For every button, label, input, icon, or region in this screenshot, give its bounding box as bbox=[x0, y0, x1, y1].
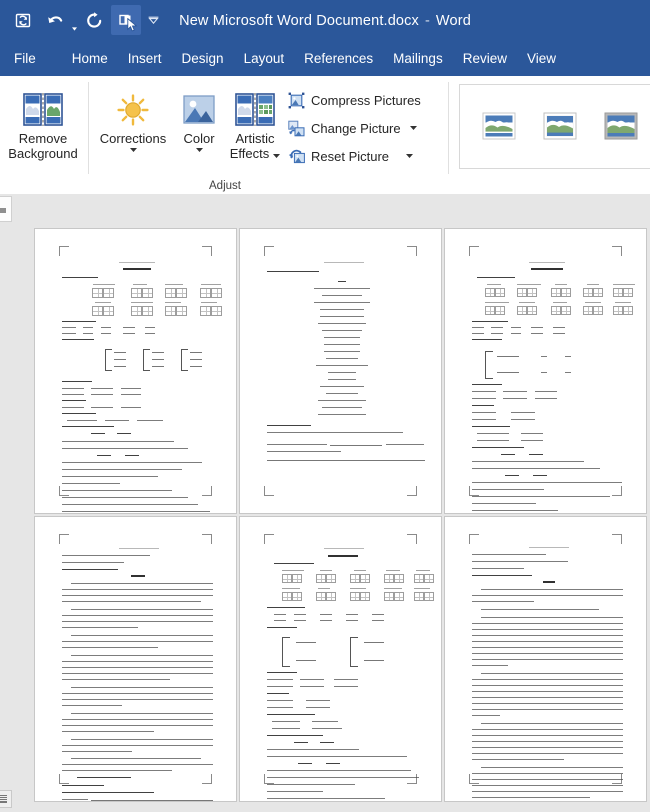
group-divider bbox=[88, 82, 89, 174]
artistic-effects-label-line2: Effects bbox=[229, 146, 270, 161]
quick-access-toolbar bbox=[8, 5, 163, 35]
document-page[interactable] bbox=[444, 516, 647, 802]
picture-style-simple-frame-white[interactable] bbox=[478, 109, 522, 144]
margin-mark-bottom-left bbox=[59, 774, 69, 784]
redo-icon[interactable] bbox=[79, 5, 109, 35]
color-label: Color bbox=[183, 131, 215, 146]
tab-home[interactable]: Home bbox=[62, 41, 118, 76]
margin-mark-bottom-right bbox=[202, 486, 212, 496]
margin-mark-bottom-left bbox=[469, 486, 479, 496]
reset-picture-button[interactable]: Reset Picture bbox=[288, 145, 414, 167]
title-separator: - bbox=[424, 12, 430, 29]
save-icon[interactable] bbox=[8, 5, 38, 35]
compress-pictures-label: Compress Pictures bbox=[311, 92, 421, 108]
title-bar: New Microsoft Word Document.docx - Word bbox=[0, 0, 650, 41]
document-page[interactable] bbox=[444, 228, 647, 514]
group-divider-right bbox=[448, 82, 449, 174]
artistic-effects-button[interactable]: Artistic Effects bbox=[225, 86, 285, 161]
margin-mark-top-left bbox=[264, 534, 274, 544]
margin-mark-bottom-right bbox=[407, 774, 417, 784]
page-content bbox=[445, 229, 646, 513]
tab-mailings[interactable]: Mailings bbox=[383, 41, 453, 76]
change-picture-caret-icon[interactable] bbox=[409, 125, 417, 132]
page-content bbox=[445, 517, 646, 801]
document-page[interactable] bbox=[239, 228, 442, 514]
margin-mark-top-left bbox=[469, 246, 479, 256]
corrections-caret-icon[interactable] bbox=[129, 147, 137, 155]
corrections-label: Corrections bbox=[99, 131, 167, 146]
picture-styles-gallery[interactable] bbox=[459, 84, 650, 169]
document-workspace[interactable] bbox=[0, 194, 650, 812]
page-thumbnail-grid bbox=[34, 228, 647, 802]
remove-background-label-line2: Background bbox=[8, 146, 78, 161]
ribbon-group-adjust: Remove Background Corrections Color Arti… bbox=[0, 76, 450, 194]
app-name: Word bbox=[435, 12, 471, 29]
tab-review[interactable]: Review bbox=[453, 41, 517, 76]
color-icon bbox=[180, 86, 218, 128]
artistic-effects-icon bbox=[235, 86, 275, 128]
page-content bbox=[35, 517, 236, 801]
margin-mark-bottom-left bbox=[264, 486, 274, 496]
margin-mark-top-right bbox=[202, 246, 212, 256]
corrections-button[interactable]: Corrections bbox=[95, 86, 171, 155]
remove-background-button[interactable]: Remove Background bbox=[4, 86, 82, 161]
reset-picture-caret-icon[interactable] bbox=[406, 153, 414, 160]
margin-mark-top-right bbox=[612, 534, 622, 544]
word-window: New Microsoft Word Document.docx - Word … bbox=[0, 0, 650, 812]
document-page[interactable] bbox=[34, 516, 237, 802]
picture-style-metal-frame[interactable] bbox=[600, 109, 644, 144]
tab-references[interactable]: References bbox=[294, 41, 383, 76]
artistic-effects-label-line1: Artistic bbox=[235, 131, 275, 146]
tab-insert[interactable]: Insert bbox=[118, 41, 172, 76]
change-picture-icon bbox=[288, 120, 305, 137]
page-content bbox=[35, 229, 236, 513]
tab-layout[interactable]: Layout bbox=[234, 41, 295, 76]
margin-mark-bottom-right bbox=[202, 774, 212, 784]
reset-picture-icon bbox=[288, 148, 305, 165]
document-name: New Microsoft Word Document.docx bbox=[179, 12, 419, 29]
corrections-icon bbox=[114, 86, 152, 128]
margin-mark-top-right bbox=[407, 246, 417, 256]
margin-mark-top-right bbox=[612, 246, 622, 256]
change-picture-label: Change Picture bbox=[311, 120, 401, 136]
change-picture-button[interactable]: Change Picture bbox=[288, 117, 417, 139]
compress-pictures-button[interactable]: Compress Pictures bbox=[288, 89, 421, 111]
undo-dropdown-caret[interactable] bbox=[72, 1, 77, 40]
margin-mark-top-left bbox=[264, 246, 274, 256]
adjust-group-label: Adjust bbox=[209, 180, 241, 192]
reset-picture-label: Reset Picture bbox=[311, 148, 390, 164]
remove-background-icon bbox=[23, 86, 63, 128]
remove-background-label-line1: Remove bbox=[18, 131, 68, 146]
ribbon: Remove Background Corrections Color Arti… bbox=[0, 76, 650, 195]
page-content bbox=[240, 517, 441, 801]
compress-pictures-icon bbox=[288, 92, 305, 109]
document-page[interactable] bbox=[34, 228, 237, 514]
page-content bbox=[240, 229, 441, 513]
tab-view[interactable]: View bbox=[517, 41, 566, 76]
margin-mark-top-left bbox=[59, 246, 69, 256]
customize-quick-access-caret[interactable] bbox=[143, 5, 163, 35]
margin-mark-bottom-right bbox=[612, 486, 622, 496]
margin-mark-top-right bbox=[202, 534, 212, 544]
undo-icon[interactable] bbox=[40, 5, 70, 35]
color-caret-icon[interactable] bbox=[195, 147, 203, 155]
color-button[interactable]: Color bbox=[173, 86, 225, 155]
picture-style-beveled-matte-white[interactable] bbox=[539, 109, 583, 144]
status-bar-corner-stub[interactable] bbox=[0, 790, 12, 808]
margin-mark-top-left bbox=[59, 534, 69, 544]
margin-mark-bottom-right bbox=[407, 486, 417, 496]
margin-mark-top-right bbox=[407, 534, 417, 544]
margin-mark-top-left bbox=[469, 534, 479, 544]
document-page[interactable] bbox=[239, 516, 442, 802]
ribbon-tab-bar: File Home Insert Design Layout Reference… bbox=[0, 41, 650, 76]
tab-file[interactable]: File bbox=[0, 41, 50, 76]
tab-design[interactable]: Design bbox=[172, 41, 234, 76]
duplicate-icon[interactable] bbox=[111, 5, 141, 35]
margin-mark-bottom-left bbox=[59, 486, 69, 496]
artistic-effects-caret-icon[interactable] bbox=[273, 146, 281, 161]
margin-mark-bottom-left bbox=[264, 774, 274, 784]
navigation-pane-stub[interactable] bbox=[0, 196, 12, 222]
